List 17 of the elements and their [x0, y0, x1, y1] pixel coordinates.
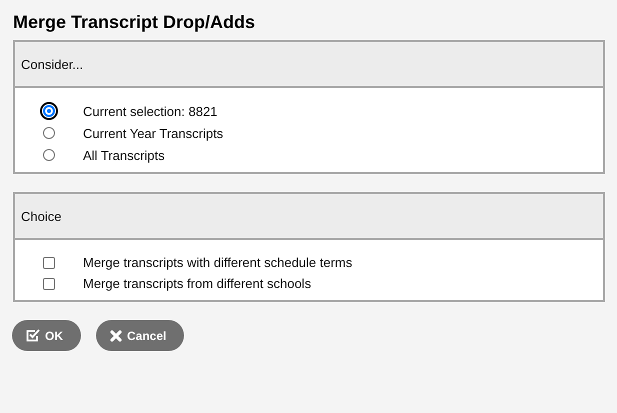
checkbox-check-icon — [26, 329, 40, 342]
panel-heading: Consider... — [21, 56, 84, 72]
checkbox[interactable] — [43, 256, 55, 268]
radio-button[interactable] — [43, 127, 55, 139]
option-label: Merge transcripts with different schedule terms — [83, 255, 352, 270]
panel-heading: Choice — [21, 208, 62, 224]
page-title: Merge Transcript Drop/Adds — [13, 12, 256, 33]
option-label: Current Year Transcripts — [83, 126, 224, 140]
option-label: Current selection: 8821 — [83, 104, 218, 118]
close-icon — [110, 330, 122, 342]
checkbox[interactable] — [43, 278, 55, 290]
cancel-button[interactable]: Cancel — [96, 320, 184, 351]
radio-button[interactable] — [43, 105, 55, 117]
option-label: Merge transcripts from different schools — [83, 276, 312, 291]
option-label: All Transcripts — [83, 148, 165, 162]
radio-button[interactable] — [43, 149, 55, 161]
ok-button[interactable]: OK — [12, 320, 81, 351]
